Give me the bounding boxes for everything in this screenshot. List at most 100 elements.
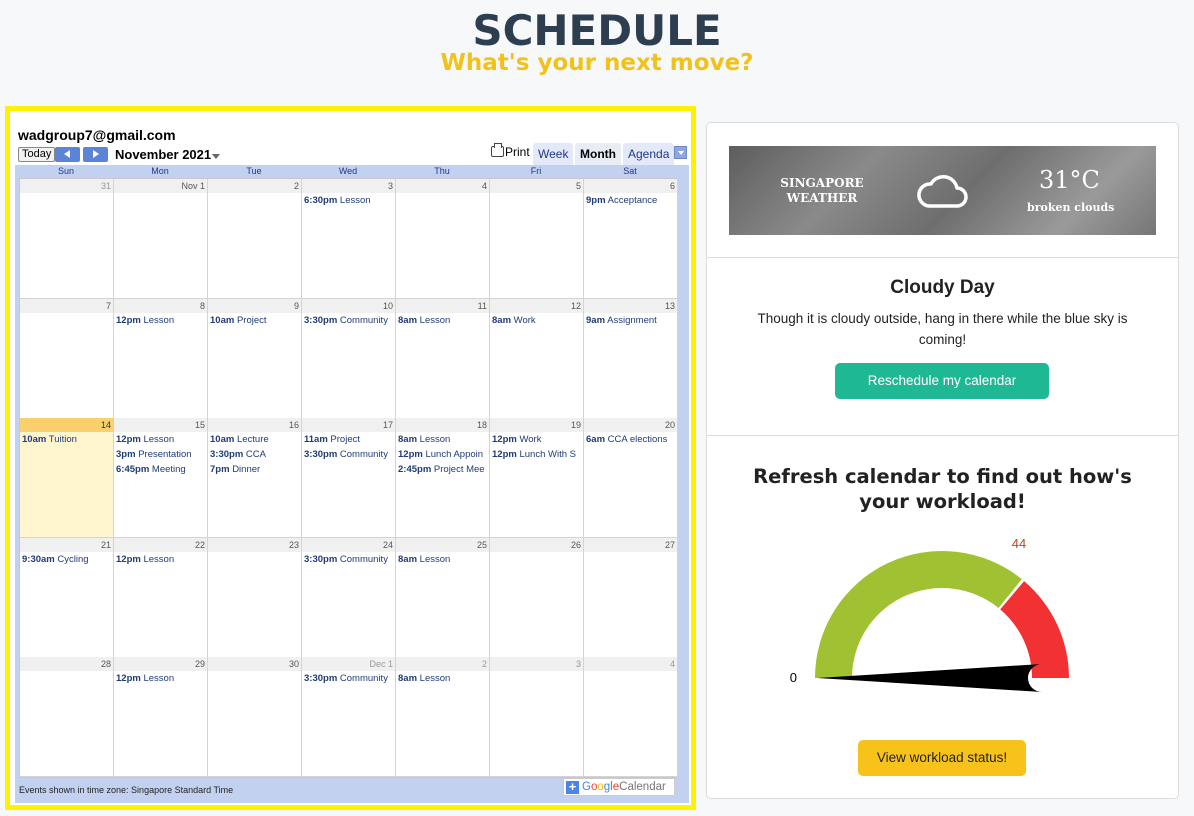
calendar-event[interactable]: 3pm Presentation <box>114 447 207 462</box>
prev-month-button[interactable] <box>55 147 80 162</box>
calendar-event[interactable]: 12pm Lesson <box>114 432 207 447</box>
day-number[interactable]: 31 <box>20 179 113 193</box>
calendar-event[interactable]: 11am Project <box>302 432 395 447</box>
calendar-event[interactable]: 12pm Lesson <box>114 552 207 567</box>
day-cell[interactable]: 3 <box>490 657 584 777</box>
calendar-event[interactable]: 3:30pm Community <box>302 671 395 686</box>
day-number[interactable]: 23 <box>208 538 301 552</box>
calendar-event[interactable]: 8am Lesson <box>396 671 489 686</box>
calendar-event[interactable]: 3:30pm Community <box>302 552 395 567</box>
day-cell[interactable]: 21 9:30am Cycling <box>20 538 114 658</box>
day-cell[interactable]: 29 12pm Lesson <box>114 657 208 777</box>
calendar-event[interactable]: 12pm Lesson <box>114 671 207 686</box>
day-cell[interactable]: 6 9pm Acceptance <box>584 179 678 299</box>
calendar-event[interactable]: 8am Lesson <box>396 313 489 328</box>
day-number[interactable]: 16 <box>208 418 301 432</box>
calendar-event[interactable]: 10am Lecture <box>208 432 301 447</box>
reschedule-button[interactable]: Reschedule my calendar <box>835 363 1049 399</box>
day-number[interactable]: 18 <box>396 418 489 432</box>
calendar-event[interactable]: 3:30pm Community <box>302 313 395 328</box>
day-number[interactable]: 21 <box>20 538 113 552</box>
today-button[interactable]: Today <box>18 147 56 162</box>
day-number[interactable]: 5 <box>490 179 583 193</box>
calendar-event[interactable]: 12pm Lunch Appoin <box>396 447 489 462</box>
day-number[interactable]: 2 <box>396 657 489 671</box>
day-number[interactable]: 11 <box>396 299 489 313</box>
day-number[interactable]: 2 <box>208 179 301 193</box>
day-cell[interactable]: Nov 1 <box>114 179 208 299</box>
day-number[interactable]: 6 <box>584 179 677 193</box>
day-cell[interactable]: 16 10am Lecture 3:30pm CCA 7pm Dinner <box>208 418 302 538</box>
calendar-event[interactable]: 7pm Dinner <box>208 462 301 477</box>
day-cell[interactable]: 2 <box>208 179 302 299</box>
day-cell[interactable]: 25 8am Lesson <box>396 538 490 658</box>
tab-week[interactable]: Week <box>533 143 574 165</box>
day-cell[interactable]: 24 3:30pm Community <box>302 538 396 658</box>
day-number[interactable]: 4 <box>584 657 677 671</box>
day-cell[interactable]: 8 12pm Lesson <box>114 299 208 419</box>
day-cell[interactable]: 15 12pm Lesson 3pm Presentation 6:45pm Meet… <box>114 418 208 538</box>
day-cell[interactable]: 31 <box>20 179 114 299</box>
day-cell[interactable]: 2 8am Lesson <box>396 657 490 777</box>
calendar-event[interactable]: 6:45pm Meeting <box>114 462 207 477</box>
day-number[interactable]: 20 <box>584 418 677 432</box>
day-number[interactable]: 28 <box>20 657 113 671</box>
day-cell[interactable]: 11 8am Lesson <box>396 299 490 419</box>
day-cell[interactable]: Dec 1 3:30pm Community <box>302 657 396 777</box>
day-number[interactable]: 17 <box>302 418 395 432</box>
day-cell[interactable]: 4 <box>584 657 678 777</box>
day-number[interactable]: 25 <box>396 538 489 552</box>
calendar-event[interactable]: 8am Lesson <box>396 432 489 447</box>
calendar-event[interactable]: 12pm Work <box>490 432 583 447</box>
day-cell-today[interactable]: 14 10am Tuition <box>20 418 114 538</box>
calendar-event[interactable]: 8am Work <box>490 313 583 328</box>
day-number[interactable]: 19 <box>490 418 583 432</box>
calendar-event[interactable]: 9:30am Cycling <box>20 552 113 567</box>
day-number[interactable]: 3 <box>302 179 395 193</box>
day-cell[interactable]: 19 12pm Work 12pm Lunch With S <box>490 418 584 538</box>
print-button[interactable]: Print <box>491 143 530 159</box>
day-number[interactable]: Nov 1 <box>114 179 207 193</box>
view-workload-button[interactable]: View workload status! <box>858 740 1026 776</box>
day-number[interactable]: 27 <box>584 538 677 552</box>
day-cell[interactable]: 22 12pm Lesson <box>114 538 208 658</box>
day-number[interactable]: 30 <box>208 657 301 671</box>
view-dropdown-icon[interactable] <box>674 146 687 159</box>
day-number[interactable]: 24 <box>302 538 395 552</box>
day-cell[interactable]: 27 <box>584 538 678 658</box>
day-cell[interactable]: 30 <box>208 657 302 777</box>
calendar-event[interactable]: 3:30pm Community <box>302 447 395 462</box>
calendar-event[interactable]: 12pm Lesson <box>114 313 207 328</box>
day-cell[interactable]: 26 <box>490 538 584 658</box>
calendar-event[interactable]: 8am Lesson <box>396 552 489 567</box>
calendar-event[interactable]: 6am CCA elections <box>584 432 677 447</box>
day-number[interactable]: 26 <box>490 538 583 552</box>
day-number[interactable]: 7 <box>20 299 113 313</box>
day-number[interactable]: Dec 1 <box>302 657 395 671</box>
calendar-event[interactable]: 3:30pm CCA <box>208 447 301 462</box>
day-cell[interactable]: 28 <box>20 657 114 777</box>
calendar-event[interactable]: 6:30pm Lesson <box>302 193 395 208</box>
day-number[interactable]: 14 <box>20 418 113 432</box>
next-month-button[interactable] <box>83 147 108 162</box>
month-picker-caret-icon[interactable] <box>212 154 220 159</box>
day-number[interactable]: 9 <box>208 299 301 313</box>
day-cell[interactable]: 4 <box>396 179 490 299</box>
day-cell[interactable]: 7 <box>20 299 114 419</box>
day-number[interactable]: 10 <box>302 299 395 313</box>
day-number[interactable]: 13 <box>584 299 677 313</box>
calendar-event[interactable]: 9pm Acceptance <box>584 193 677 208</box>
calendar-event[interactable]: 9am Assignment <box>584 313 677 328</box>
day-number[interactable]: 3 <box>490 657 583 671</box>
day-number[interactable]: 12 <box>490 299 583 313</box>
day-cell[interactable]: 5 <box>490 179 584 299</box>
day-cell[interactable]: 20 6am CCA elections <box>584 418 678 538</box>
day-cell[interactable]: 18 8am Lesson 12pm Lunch Appoin 2:45pm Proj… <box>396 418 490 538</box>
google-calendar-badge[interactable]: + GoogleCalendar <box>563 778 675 796</box>
tab-month[interactable]: Month <box>575 143 621 165</box>
calendar-event[interactable]: 10am Tuition <box>20 432 113 447</box>
day-cell[interactable]: 3 6:30pm Lesson <box>302 179 396 299</box>
calendar-event[interactable]: 10am Project <box>208 313 301 328</box>
day-number[interactable]: 4 <box>396 179 489 193</box>
day-cell[interactable]: 17 11am Project 3:30pm Community <box>302 418 396 538</box>
